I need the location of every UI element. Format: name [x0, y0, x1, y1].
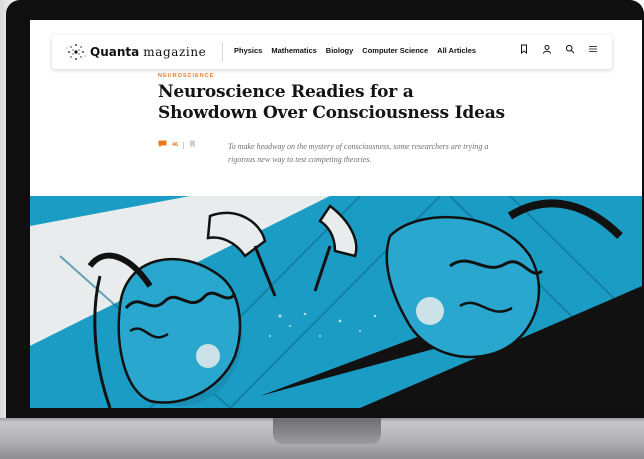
- article-meta: 46: [158, 140, 196, 150]
- hero-artwork: [30, 196, 642, 408]
- nav-link-physics[interactable]: Physics: [234, 46, 262, 55]
- laptop-lid: Quanta magazine Physics Mathematics Biol…: [6, 0, 644, 418]
- nav-link-mathematics[interactable]: Mathematics: [271, 46, 316, 55]
- save-article-icon[interactable]: [189, 140, 196, 150]
- nav-link-all-articles[interactable]: All Articles: [437, 46, 476, 55]
- article-dek: To make headway on the mystery of consci…: [228, 142, 489, 164]
- hero-illustration: [30, 196, 642, 408]
- laptop-hinge-notch: [273, 418, 381, 444]
- search-icon[interactable]: [565, 44, 575, 54]
- comment-icon[interactable]: [158, 140, 167, 150]
- site-header: Quanta magazine Physics Mathematics Biol…: [52, 35, 612, 69]
- nav-link-biology[interactable]: Biology: [326, 46, 354, 55]
- article-headline: Neuroscience Readies for a Showdown Over…: [158, 82, 505, 123]
- meta-separator: [183, 141, 185, 149]
- logo-quanta-text: Quanta: [90, 45, 140, 59]
- logo-magazine-text: magazine: [143, 45, 207, 59]
- article-section-label[interactable]: NEUROSCIENCE: [158, 73, 214, 79]
- comment-count[interactable]: 46: [172, 142, 178, 148]
- nav-link-computer-science[interactable]: Computer Science: [362, 46, 428, 55]
- menu-icon[interactable]: [588, 44, 598, 54]
- site-logo[interactable]: Quanta magazine: [66, 43, 206, 61]
- bookmark-icon[interactable]: [519, 44, 529, 54]
- header-actions: [519, 44, 598, 54]
- user-icon[interactable]: [542, 44, 552, 54]
- laptop-screen: Quanta magazine Physics Mathematics Biol…: [30, 20, 642, 408]
- primary-nav: Physics Mathematics Biology Computer Sci…: [234, 46, 476, 55]
- nav-divider: [222, 42, 223, 62]
- quanta-logo-icon: [66, 44, 86, 60]
